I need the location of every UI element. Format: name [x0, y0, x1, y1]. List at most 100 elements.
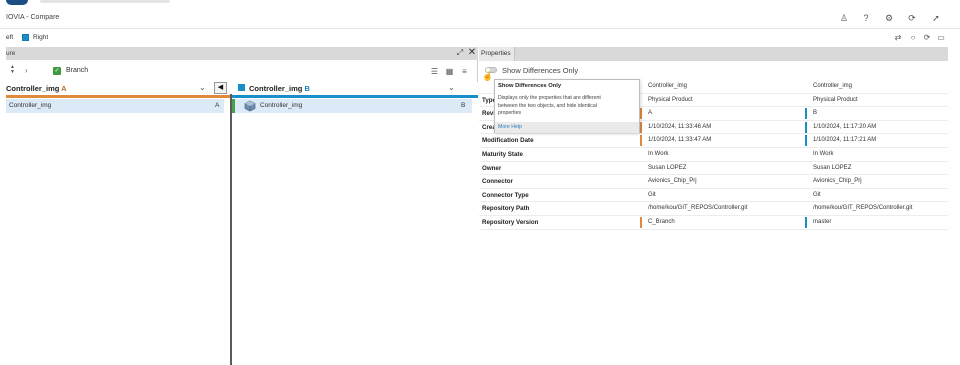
table-row[interactable]: Controller_img A — [6, 99, 224, 113]
user-share-icon[interactable]: ♙ — [838, 12, 850, 24]
property-row: Repository Path/home/kou/GIT_REPOS/Contr… — [479, 202, 948, 216]
left-value: C_Branch — [648, 219, 675, 225]
right-root-name: Controller_img — [249, 84, 303, 93]
right-value: B — [813, 110, 818, 117]
brand-logo — [6, 0, 28, 5]
right-value: Physical Product — [813, 96, 858, 103]
right-value: Controller_img — [813, 83, 853, 89]
left-value: Git — [648, 191, 656, 198]
left-side-color-bar — [6, 95, 231, 98]
left-difference-marker — [640, 121, 642, 133]
tooltip-footer: More Help — [495, 122, 639, 133]
structure-header: ure ⤢ ✕ — [6, 47, 478, 60]
swap-icon[interactable]: ⇄ — [893, 33, 903, 43]
property-row: Maturity State In Work In Work — [479, 148, 948, 162]
hide-icon[interactable]: ○ — [908, 33, 918, 43]
refresh-icon[interactable]: ⟳ — [906, 12, 918, 24]
left-value: 1/10/2024, 11:33:46 AM — [648, 123, 712, 130]
legend-left-label: eft — [6, 34, 14, 41]
row-name: Controller_img — [9, 102, 52, 109]
right-difference-marker — [805, 108, 807, 120]
right-side-color-bar — [232, 95, 478, 98]
tooltip: Show Differences Only Displays only the … — [494, 79, 640, 133]
export-icon[interactable]: ▭ — [936, 33, 946, 43]
help-icon[interactable]: ? — [860, 12, 872, 24]
legend-bar: eft Right ⇄ ○ ⟳ ▭ — [0, 30, 960, 46]
left-side-letter: A — [61, 84, 67, 93]
right-value: 1/10/2024, 11:17:20 AM — [813, 123, 877, 130]
right-column-title: Controller_img B — [249, 84, 310, 93]
expand-levels-icon[interactable]: ▲ ▼ — [10, 65, 18, 77]
property-row: Connector Avionics_Chip_Prj Avionics_Chip_… — [479, 175, 948, 189]
properties-tab-bar: Properties — [479, 47, 948, 61]
top-strip — [0, 0, 960, 7]
chevron-down-icon[interactable]: ⌄ — [448, 83, 455, 92]
left-value: Avionics_Chip_Prj — [648, 178, 697, 185]
tooltip-title: Show Differences Only — [498, 83, 562, 89]
branch-checkbox[interactable]: ✓ — [53, 67, 61, 75]
left-column-header[interactable]: Controller_img A ⌄ — [6, 82, 231, 94]
property-name: Connector Type — [482, 191, 529, 199]
right-value: 1/10/2024, 11:17:21 AM — [813, 137, 877, 144]
property-name: Maturity State — [482, 151, 523, 158]
right-value: /home/kou/GIT_REPOS/Controller.git — [813, 205, 913, 212]
structure-title: ure — [6, 50, 16, 57]
property-row: Owner Susan LOPEZ Susan LOPEZ — [479, 162, 948, 176]
chevron-right-icon[interactable]: › — [25, 66, 28, 75]
tab-properties[interactable]: Properties — [479, 47, 515, 61]
legend-right-label: Right — [33, 34, 49, 41]
structure-panel: ure ⤢ ✕ ▲ ▼ › ✓ Branch ☰ ▦ ≡ Controller_i… — [6, 47, 478, 365]
filter-list-icon[interactable]: ≡ — [459, 66, 470, 77]
structure-toolbar: ▲ ▼ › ✓ Branch ☰ ▦ ≡ — [6, 62, 478, 80]
left-value: Physical Product — [648, 96, 693, 103]
app-title: IOVIA - Compare — [6, 14, 60, 21]
row-side-tag: B — [461, 102, 466, 109]
tab-label: Properties — [481, 50, 511, 57]
right-difference-marker — [805, 121, 807, 133]
app-bar: IOVIA - Compare ♙ ? ⚙ ⟳ ➚ — [0, 7, 960, 29]
property-name: Owner — [482, 164, 502, 172]
right-value: Avionics_Chip_Prj — [813, 178, 862, 185]
left-value: 1/10/2024, 11:33:47 AM — [648, 137, 712, 144]
more-help-link[interactable]: More Help — [498, 124, 522, 130]
row-side-tag: A — [215, 102, 220, 109]
left-value: Controller_img — [648, 83, 688, 89]
pin-icon[interactable]: ➚ — [930, 12, 942, 24]
collapse-left-button[interactable]: ◀ — [214, 82, 227, 94]
property-row: Modification Date 1/10/2024, 11:33:47 AM 1… — [479, 134, 948, 148]
legend-right-swatch — [22, 34, 29, 41]
tree-icon[interactable]: ▦ — [444, 66, 455, 77]
left-value: In Work — [648, 151, 669, 157]
right-difference-marker — [805, 135, 807, 147]
table-row[interactable]: Controller_img B — [232, 99, 472, 113]
show-differences-label: Show Differences Only — [502, 66, 579, 75]
right-difference-marker — [805, 217, 807, 228]
left-difference-marker — [640, 135, 642, 147]
list-icon[interactable]: ☰ — [429, 66, 440, 77]
property-row: Connector Type Git Git — [479, 189, 948, 203]
close-icon[interactable]: ✕ — [467, 47, 477, 59]
left-column-title: Controller_img A — [6, 84, 67, 93]
right-value: Susan LOPEZ — [813, 164, 852, 171]
maximize-icon[interactable]: ⤢ — [455, 48, 465, 58]
left-difference-marker — [640, 108, 642, 120]
right-value: In Work — [813, 151, 834, 157]
right-side-letter: B — [304, 84, 310, 93]
row-name: Controller_img — [260, 102, 303, 109]
left-value: A — [648, 110, 653, 117]
left-structure-column: Controller_img A ⌄ Controller_img A — [6, 82, 231, 365]
sync-icon[interactable]: ⟳ — [922, 33, 932, 43]
left-value: /home/kou/GIT_REPOS/Controller.git — [648, 205, 748, 212]
gear-icon[interactable]: ⚙ — [883, 12, 895, 24]
right-value: Git — [813, 191, 821, 198]
right-structure-column: Controller_img B ⌄ Controller_img B — [232, 82, 478, 365]
right-side-swatch — [238, 84, 245, 91]
left-difference-marker — [640, 217, 642, 228]
match-indicator — [232, 99, 235, 113]
left-value: Susan LOPEZ — [648, 164, 687, 171]
property-name: Modification Date — [482, 137, 534, 145]
chevron-down-icon[interactable]: ⌄ — [199, 83, 206, 92]
property-name: Repository Path — [482, 205, 530, 213]
property-name: Connector — [482, 178, 513, 186]
property-name: Repository Version — [482, 219, 539, 226]
